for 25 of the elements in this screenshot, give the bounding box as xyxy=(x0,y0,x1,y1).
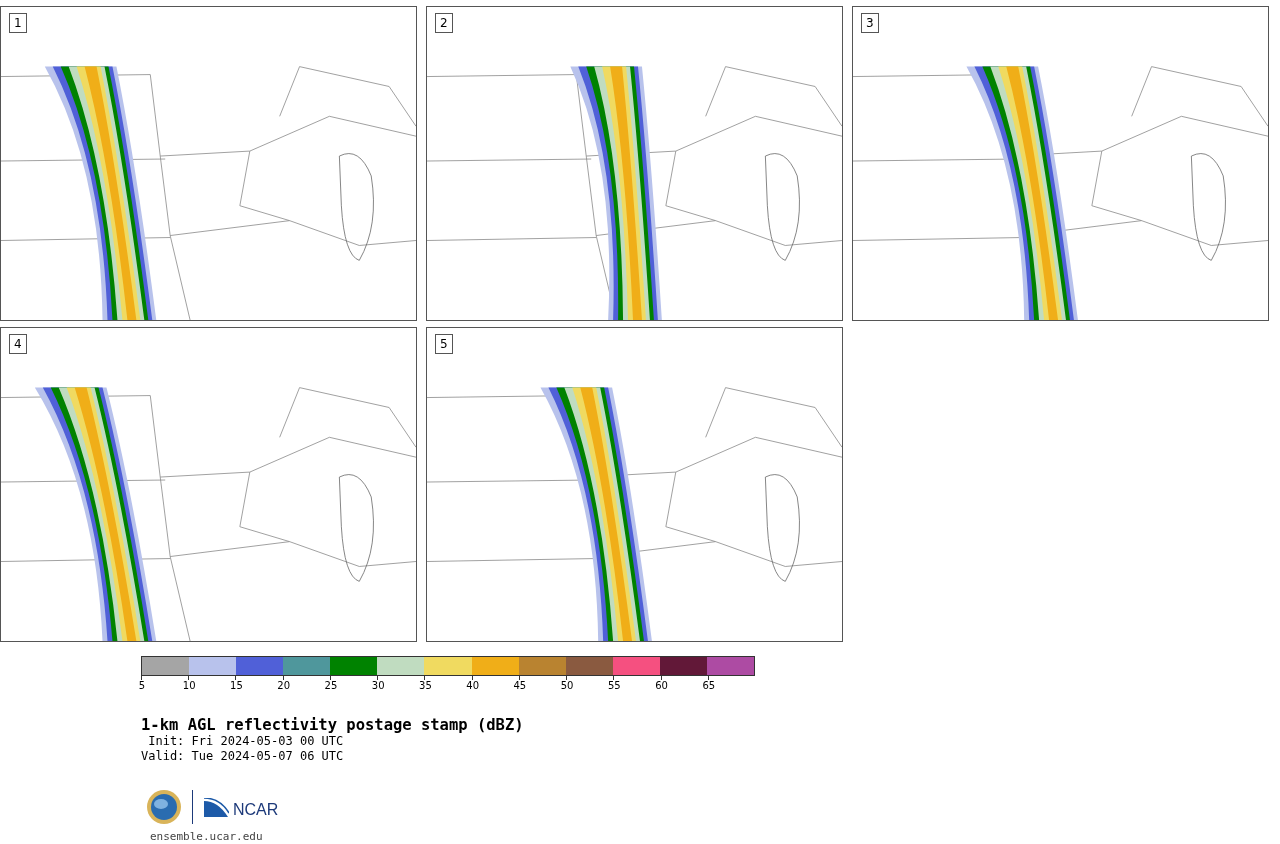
panel-number: 5 xyxy=(435,334,453,354)
website-url: ensemble.ucar.edu xyxy=(150,830,264,843)
tick-label: 20 xyxy=(277,680,291,692)
valid-time: Valid: Tue 2024-05-07 06 UTC xyxy=(141,749,345,764)
logo-text: NCAR xyxy=(233,801,279,819)
tick-label: 10 xyxy=(182,680,196,692)
tick-label: 40 xyxy=(466,680,479,692)
tick-label: 25 xyxy=(324,680,338,692)
tick-label: 50 xyxy=(560,680,574,692)
tick-label: 30 xyxy=(371,680,385,692)
panel-number: 2 xyxy=(435,13,453,33)
tick-label: 65 xyxy=(702,680,716,692)
nsf-logo-icon xyxy=(146,789,182,825)
swoosh-logo-icon xyxy=(203,798,229,818)
tick-label: 35 xyxy=(419,680,432,692)
chart-title: 1-km AGL reflectivity postage stamp (dBZ) xyxy=(141,716,525,734)
panel-number: 4 xyxy=(9,334,27,354)
tick-label: 45 xyxy=(513,680,527,692)
tick-label: 15 xyxy=(230,680,243,692)
tick-label: 55 xyxy=(608,680,621,692)
tick-label: 60 xyxy=(655,680,668,692)
tick-label: 5 xyxy=(138,680,146,692)
init-time: Init: Fri 2024-05-03 00 UTC xyxy=(147,734,345,749)
panel-number: 3 xyxy=(861,13,879,33)
panel-number: 1 xyxy=(9,13,27,33)
